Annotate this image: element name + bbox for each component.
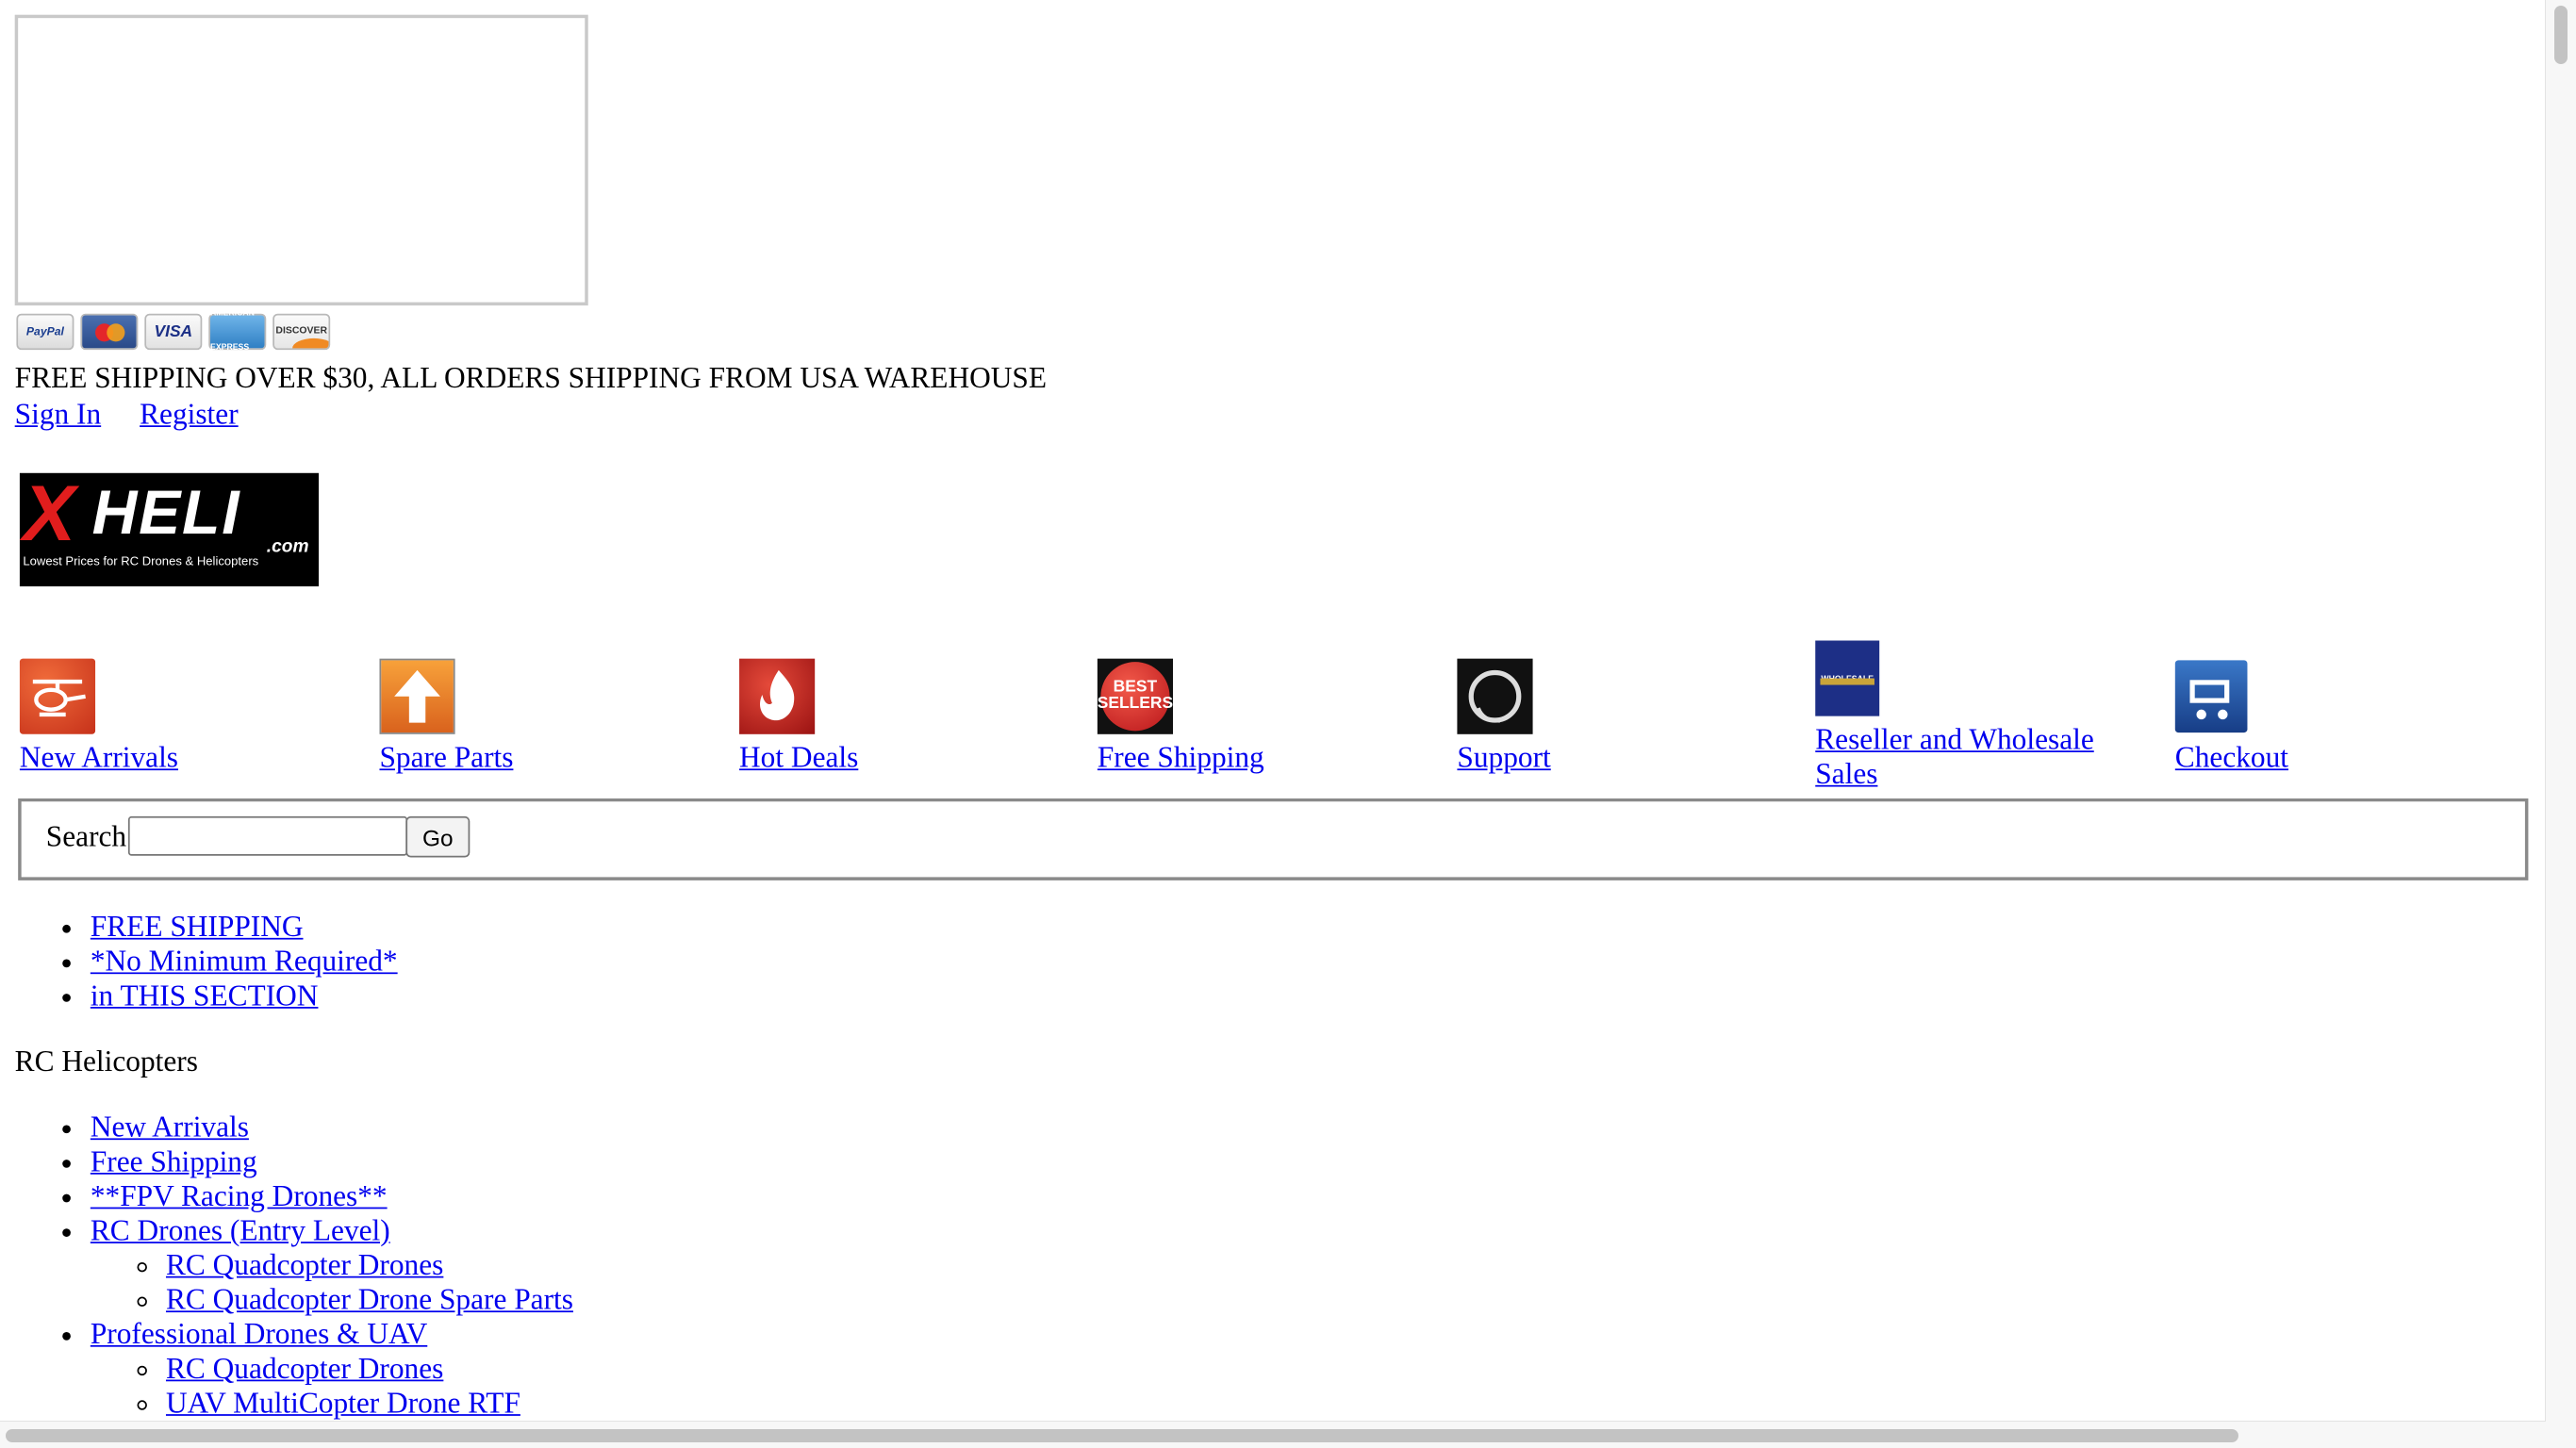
headset-icon[interactable] <box>1457 658 1533 734</box>
search-input[interactable] <box>127 815 408 856</box>
logo-heli: HELI <box>91 479 241 549</box>
register-link[interactable]: Register <box>140 398 239 431</box>
horizontal-scrollbar[interactable] <box>0 1421 2546 1448</box>
nav-item-support: Support <box>1457 658 1802 776</box>
nav-free-shipping-link[interactable]: Free Shipping <box>1098 741 1264 774</box>
nav-item-hot-deals: Hot Deals <box>739 658 1084 776</box>
promo-this-section-link[interactable]: in THIS SECTION <box>91 979 319 1012</box>
search-form: Search Go <box>18 798 2529 880</box>
browser-viewport: PayPal VISA AMERICAN EXPRESS DISCOVER FR… <box>0 0 2546 1422</box>
promo-list: FREE SHIPPING *No Minimum Required* in T… <box>15 910 398 1013</box>
category-free-shipping-link[interactable]: Free Shipping <box>91 1144 257 1177</box>
cart-wheel <box>2218 709 2228 720</box>
subcategory-list: RC Quadcopter Drones UAV MultiCopter Dro… <box>91 1352 573 1421</box>
list-item: New Arrivals <box>91 1111 573 1145</box>
category-new-arrivals-link[interactable]: New Arrivals <box>91 1111 249 1144</box>
category-fpv-link[interactable]: **FPV Racing Drones** <box>91 1179 388 1212</box>
payment-methods: PayPal VISA AMERICAN EXPRESS DISCOVER <box>16 309 331 354</box>
helicopter-icon[interactable] <box>19 658 96 734</box>
cart-icon[interactable] <box>2174 660 2248 733</box>
category-list: New Arrivals Free Shipping **FPV Racing … <box>15 1111 573 1421</box>
horizontal-scrollbar-thumb[interactable] <box>6 1429 2238 1442</box>
mastercard-icon <box>80 313 139 351</box>
up-arrow-icon[interactable] <box>379 658 455 734</box>
nav-wholesale-link[interactable]: Reseller and Wholesale Sales <box>1815 723 2127 792</box>
list-item: RC Quadcopter Drone Spare Parts <box>166 1283 573 1318</box>
logo-tagline: Lowest Prices for RC Drones & Helicopter… <box>23 553 259 568</box>
search-label: Search <box>45 819 127 853</box>
visa-icon: VISA <box>144 313 203 351</box>
flame-icon[interactable] <box>739 658 816 734</box>
cart-basket <box>2189 680 2230 703</box>
list-item: Free Shipping <box>91 1144 573 1179</box>
list-item: RC Drones (Entry Level) RC Quadcopter Dr… <box>91 1214 573 1318</box>
nav-checkout-link[interactable]: Checkout <box>2175 741 2288 774</box>
scrollbar-corner <box>2546 1422 2576 1448</box>
sign-in-link[interactable]: Sign In <box>15 398 101 431</box>
logo-domain: .com <box>266 536 309 557</box>
wholesale-badge-bar <box>1820 678 1874 685</box>
nav-item-checkout: Checkout <box>2174 660 2520 775</box>
subcategory-link[interactable]: RC Quadcopter Drones <box>166 1248 443 1281</box>
list-item: *No Minimum Required* <box>91 945 398 979</box>
list-item: UAV MultiCopter Drone RTF <box>166 1387 573 1422</box>
list-item: RC Quadcopter Drones <box>166 1248 573 1283</box>
paypal-icon: PayPal <box>16 313 74 351</box>
nav-item-wholesale: WHOLESALE Reseller and Wholesale Sales <box>1815 640 2160 791</box>
nav-item-spare-parts: Spare Parts <box>379 658 724 776</box>
nav-spare-parts-link[interactable]: Spare Parts <box>379 741 513 774</box>
vertical-scrollbar[interactable] <box>2545 0 2576 1422</box>
nav-support-link[interactable]: Support <box>1457 741 1550 774</box>
auth-links: Sign In Register <box>15 398 239 433</box>
banner-placeholder <box>14 14 588 306</box>
cart-wheel <box>2196 709 2206 720</box>
category-entry-drones-link[interactable]: RC Drones (Entry Level) <box>91 1214 390 1247</box>
amex-icon: AMERICAN EXPRESS <box>208 309 267 354</box>
nav-new-arrivals-link[interactable]: New Arrivals <box>20 741 178 774</box>
best-sellers-icon[interactable]: BEST SELLERS <box>1097 658 1174 734</box>
list-item: Professional Drones & UAV RC Quadcopter … <box>91 1317 573 1421</box>
shipping-notice: FREE SHIPPING OVER $30, ALL ORDERS SHIPP… <box>14 361 1048 395</box>
best-sellers-badge: BEST SELLERS <box>1098 662 1173 732</box>
nav-item-new-arrivals: New Arrivals <box>19 658 365 776</box>
list-item: FREE SHIPPING <box>91 910 398 945</box>
subcategory-link[interactable]: RC Quadcopter Drones <box>166 1352 443 1385</box>
wholesale-icon[interactable]: WHOLESALE <box>1815 640 1880 716</box>
category-pro-drones-link[interactable]: Professional Drones & UAV <box>91 1317 427 1350</box>
list-item: **FPV Racing Drones** <box>91 1179 573 1214</box>
discover-icon: DISCOVER <box>272 313 331 351</box>
subcategory-link[interactable]: RC Quadcopter Drone Spare Parts <box>166 1283 573 1316</box>
list-item: RC Quadcopter Drones <box>166 1352 573 1387</box>
search-go-button[interactable]: Go <box>405 815 471 858</box>
list-item: in THIS SECTION <box>91 979 398 1013</box>
site-logo[interactable]: X HELI .com Lowest Prices for RC Drones … <box>19 472 320 587</box>
promo-free-shipping-link[interactable]: FREE SHIPPING <box>91 910 304 943</box>
subcategory-link[interactable]: UAV MultiCopter Drone RTF <box>166 1387 520 1420</box>
nav-item-free-shipping: BEST SELLERS Free Shipping <box>1097 658 1443 776</box>
promo-no-minimum-link[interactable]: *No Minimum Required* <box>91 945 398 978</box>
nav-hot-deals-link[interactable]: Hot Deals <box>739 741 858 774</box>
section-title: RC Helicopters <box>14 1045 198 1078</box>
vertical-scrollbar-thumb[interactable] <box>2554 6 2568 64</box>
subcategory-list: RC Quadcopter Drones RC Quadcopter Drone… <box>91 1248 573 1317</box>
